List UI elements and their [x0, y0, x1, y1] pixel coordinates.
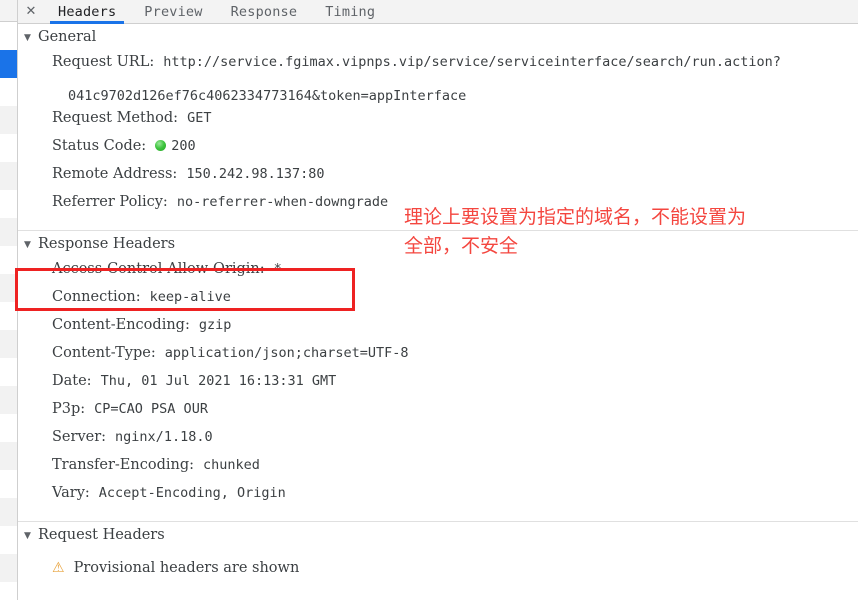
- status-code-value: 200: [171, 138, 196, 154]
- referrer-policy-label: Referrer Policy:: [52, 194, 168, 210]
- section-response-headers-title: Response Headers: [38, 236, 176, 252]
- request-list-item[interactable]: [0, 246, 17, 274]
- row-request-method: Request Method: GET: [18, 110, 858, 138]
- referrer-policy-value: no-referrer-when-downgrade: [176, 194, 389, 210]
- transfer-encoding-value: chunked: [203, 457, 260, 473]
- row-content-type: Content-Type: application/json;charset=U…: [18, 345, 858, 373]
- request-list-item[interactable]: [0, 470, 17, 498]
- request-list-rail[interactable]: [0, 0, 18, 600]
- request-list-item[interactable]: [0, 554, 17, 582]
- general-rows: Request URL: http://service.fgimax.vipnp…: [18, 50, 858, 230]
- row-remote-address: Remote Address: 150.242.98.137:80: [18, 166, 858, 194]
- transfer-encoding-label: Transfer-Encoding:: [52, 457, 195, 473]
- response-headers-rows: Access-Control-Allow-Origin: * Connectio…: [18, 257, 858, 521]
- row-request-url: Request URL: http://service.fgimax.vipnp…: [18, 54, 858, 82]
- close-icon[interactable]: ✕: [18, 0, 44, 23]
- access-control-allow-origin-value: *: [273, 261, 282, 277]
- section-general-header[interactable]: ▼ General: [18, 24, 858, 50]
- vary-label: Vary:: [52, 485, 90, 501]
- request-list-header: [0, 0, 17, 22]
- request-url-value[interactable]: http://service.fgimax.vipnps.vip/service…: [163, 54, 781, 70]
- remote-address-value: 150.242.98.137:80: [186, 166, 325, 182]
- status-code-label: Status Code:: [52, 138, 147, 154]
- request-method-value: GET: [187, 110, 212, 126]
- row-request-url-continued: 041c9702d126ef76c4062334773164&token=app…: [18, 82, 858, 110]
- content-encoding-value: gzip: [198, 317, 232, 333]
- request-list-item[interactable]: [0, 526, 17, 554]
- connection-value: keep-alive: [149, 289, 231, 305]
- request-list-item[interactable]: [0, 190, 17, 218]
- warning-triangle-icon: ⚠: [52, 560, 65, 576]
- vary-value: Accept-Encoding, Origin: [98, 485, 286, 501]
- connection-label: Connection:: [52, 289, 141, 305]
- status-ok-dot-icon: [155, 140, 167, 151]
- p3p-label: P3p:: [52, 401, 86, 417]
- row-date: Date: Thu, 01 Jul 2021 16:13:31 GMT: [18, 373, 858, 401]
- request-list-item[interactable]: [0, 274, 17, 302]
- content-type-value: application/json;charset=UTF-8: [164, 345, 409, 361]
- access-control-allow-origin-label: Access-Control-Allow-Origin:: [52, 261, 265, 277]
- request-url-value-continued[interactable]: 041c9702d126ef76c4062334773164&token=app…: [52, 82, 858, 110]
- row-vary: Vary: Accept-Encoding, Origin: [18, 485, 858, 513]
- server-value: nginx/1.18.0: [115, 429, 213, 445]
- date-value: Thu, 01 Jul 2021 16:13:31 GMT: [100, 373, 337, 389]
- server-label: Server:: [52, 429, 107, 445]
- request-list-item[interactable]: [0, 358, 17, 386]
- content-type-label: Content-Type:: [52, 345, 156, 361]
- row-server: Server: nginx/1.18.0: [18, 429, 858, 457]
- row-referrer-policy: Referrer Policy: no-referrer-when-downgr…: [18, 194, 858, 222]
- row-content-encoding: Content-Encoding: gzip: [18, 317, 858, 345]
- section-response-headers-header[interactable]: ▼ Response Headers: [18, 231, 858, 257]
- date-label: Date:: [52, 373, 92, 389]
- row-p3p: P3p: CP=CAO PSA OUR: [18, 401, 858, 429]
- request-list-item[interactable]: [0, 218, 17, 246]
- request-list-item[interactable]: [0, 386, 17, 414]
- chevron-down-icon[interactable]: ▼: [24, 531, 38, 541]
- request-list-item[interactable]: [0, 442, 17, 470]
- request-url-label: Request URL:: [52, 54, 155, 70]
- request-method-label: Request Method:: [52, 110, 179, 126]
- request-list-item[interactable]: [0, 134, 17, 162]
- row-status-code: Status Code: 200: [18, 138, 858, 166]
- request-list-item[interactable]: [0, 162, 17, 190]
- tab-response[interactable]: Response: [217, 0, 312, 23]
- chevron-down-icon[interactable]: ▼: [24, 33, 38, 43]
- p3p-value: CP=CAO PSA OUR: [94, 401, 208, 417]
- section-request-headers-header[interactable]: ▼ Request Headers: [18, 522, 858, 548]
- request-headers-rows: ⚠ Provisional headers are shown: [18, 548, 858, 590]
- section-general-title: General: [38, 29, 97, 45]
- detail-tabbar: ✕ Headers Preview Response Timing: [18, 0, 858, 24]
- chevron-down-icon[interactable]: ▼: [24, 240, 38, 250]
- tab-timing[interactable]: Timing: [311, 0, 389, 23]
- request-list-item-selected[interactable]: [0, 50, 17, 78]
- content-encoding-label: Content-Encoding:: [52, 317, 190, 333]
- remote-address-label: Remote Address:: [52, 166, 178, 182]
- section-request-headers-title: Request Headers: [38, 527, 165, 543]
- request-list-item[interactable]: [0, 78, 17, 106]
- provisional-headers-warning: ⚠ Provisional headers are shown: [18, 554, 858, 582]
- request-list-item[interactable]: [0, 302, 17, 330]
- request-list-item[interactable]: [0, 414, 17, 442]
- row-access-control-allow-origin: Access-Control-Allow-Origin: *: [18, 261, 858, 289]
- request-list-item[interactable]: [0, 106, 17, 134]
- request-list-item[interactable]: [0, 22, 17, 50]
- request-list-item[interactable]: [0, 330, 17, 358]
- tab-preview[interactable]: Preview: [130, 0, 216, 23]
- tab-headers[interactable]: Headers: [44, 0, 130, 24]
- provisional-headers-text: Provisional headers are shown: [73, 560, 300, 576]
- row-transfer-encoding: Transfer-Encoding: chunked: [18, 457, 858, 485]
- row-connection: Connection: keep-alive: [18, 289, 858, 317]
- request-list-item[interactable]: [0, 498, 17, 526]
- headers-content: ▼ General Request URL: http://service.fg…: [18, 24, 858, 600]
- devtools-network-headers-panel: ✕ Headers Preview Response Timing ▼ Gene…: [0, 0, 858, 600]
